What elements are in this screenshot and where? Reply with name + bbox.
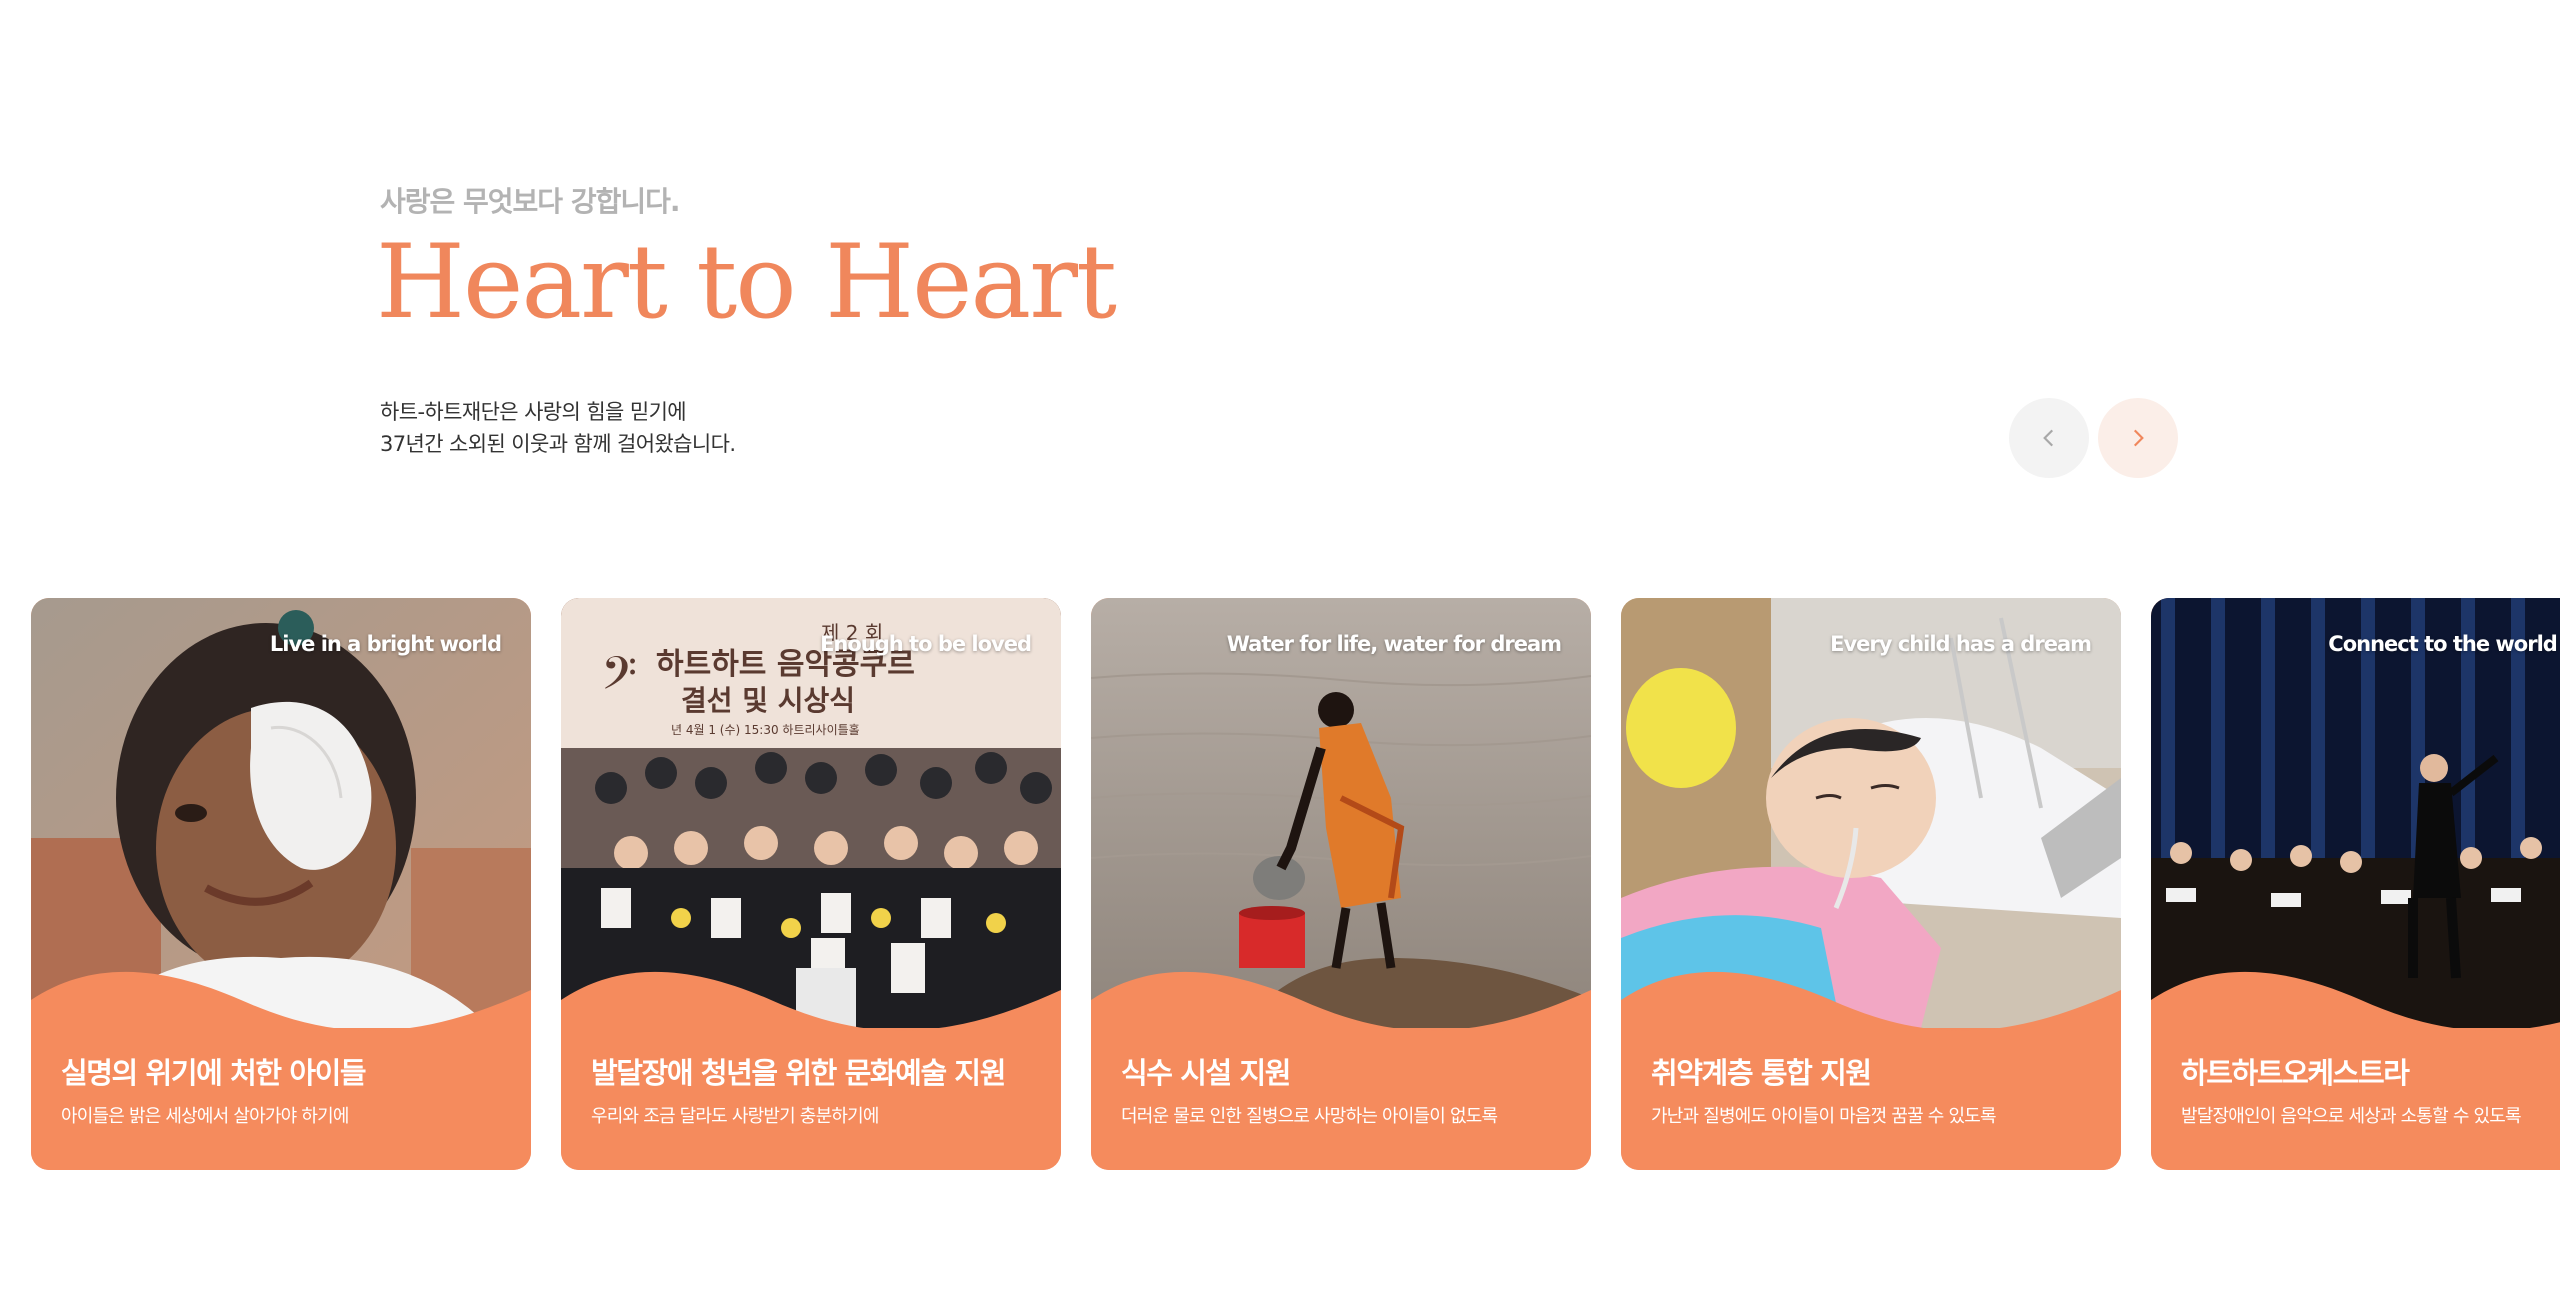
card-tagline: Enough to be loved xyxy=(820,632,1032,656)
svg-text:𝄢: 𝄢 xyxy=(601,647,637,712)
card-subtitle: 발달장애인이 음악으로 세상과 소통할 수 있도록 xyxy=(2181,1106,2522,1127)
program-card[interactable]: Water for life, water for dream 식수 시설 지원… xyxy=(1091,598,1591,1170)
child-fetching-water-image xyxy=(1091,598,1591,1028)
carousel-next-button[interactable] xyxy=(2098,398,2178,478)
child-with-eye-patch-photo xyxy=(31,598,531,1028)
card-title: 식수 시설 지원 xyxy=(1121,1056,1291,1090)
description-line-2: 37년간 소외된 이웃과 함께 걸어왔습니다. xyxy=(380,432,736,456)
music-contest-ceremony-photo: 제 2 회 하트하트 음악콩쿠르 결선 및 시상식 년 4월 1 (수) 15:… xyxy=(561,598,1061,1028)
child-with-eye-patch-image xyxy=(31,598,531,1028)
banner-line-4: 년 4월 1 (수) 15:30 하트리사이틀홀 xyxy=(671,723,860,737)
child-fetching-water-photo xyxy=(1091,598,1591,1028)
card-subtitle: 가난과 질병에도 아이들이 마음껏 꿈꿀 수 있도록 xyxy=(1651,1106,1997,1127)
program-card[interactable]: Connect to the world with music 하트하트오케스트… xyxy=(2151,598,2560,1170)
program-card[interactable]: 제 2 회 하트하트 음악콩쿠르 결선 및 시상식 년 4월 1 (수) 15:… xyxy=(561,598,1061,1170)
card-title: 하트하트오케스트라 xyxy=(2181,1056,2410,1090)
music-contest-ceremony-image: 제 2 회 하트하트 음악콩쿠르 결선 및 시상식 년 4월 1 (수) 15:… xyxy=(561,598,1061,1028)
card-tagline: Every child has a dream xyxy=(1830,632,2092,656)
card-title: 실명의 위기에 처한 아이들 xyxy=(61,1056,367,1090)
section-kicker: 사랑은 무엇보다 강합니다. xyxy=(380,185,680,218)
page-title: Heart to Heart xyxy=(376,223,1117,342)
card-subtitle: 우리와 조금 달라도 사랑받기 충분하기에 xyxy=(591,1106,879,1127)
program-card[interactable]: Live in a bright world 실명의 위기에 처한 아이들 아이… xyxy=(31,598,531,1170)
section-description: 하트-하트재단은 사랑의 힘을 믿기에 37년간 소외된 이웃과 함께 걸어왔습… xyxy=(380,396,736,460)
program-carousel: Live in a bright world 실명의 위기에 처한 아이들 아이… xyxy=(0,598,2560,1170)
carousel-prev-button[interactable] xyxy=(2009,398,2089,478)
orchestra-concert-photo xyxy=(2151,598,2560,1028)
card-subtitle: 아이들은 밝은 세상에서 살아가야 하기에 xyxy=(61,1106,349,1127)
card-tagline: Water for life, water for dream xyxy=(1226,632,1562,656)
child-in-hospital-bed-image xyxy=(1621,598,2121,1028)
chevron-right-icon xyxy=(2133,429,2144,447)
program-card[interactable]: Every child has a dream 취약계층 통합 지원 가난과 질… xyxy=(1621,598,2121,1170)
card-subtitle: 더러운 물로 인한 질병으로 사망하는 아이들이 없도록 xyxy=(1121,1106,1498,1127)
card-title: 취약계층 통합 지원 xyxy=(1651,1056,1872,1090)
card-tagline: Live in a bright world xyxy=(269,632,502,656)
banner-line-3: 결선 및 시상식 xyxy=(681,684,855,717)
child-in-hospital-bed-photo xyxy=(1621,598,2121,1028)
description-line-1: 하트-하트재단은 사랑의 힘을 믿기에 xyxy=(380,400,687,424)
chevron-left-icon xyxy=(2043,429,2054,447)
card-title: 발달장애 청년을 위한 문화예술 지원 xyxy=(591,1056,1006,1090)
orchestra-concert-image xyxy=(2151,598,2560,1028)
card-tagline: Connect to the world with music xyxy=(2328,632,2560,656)
